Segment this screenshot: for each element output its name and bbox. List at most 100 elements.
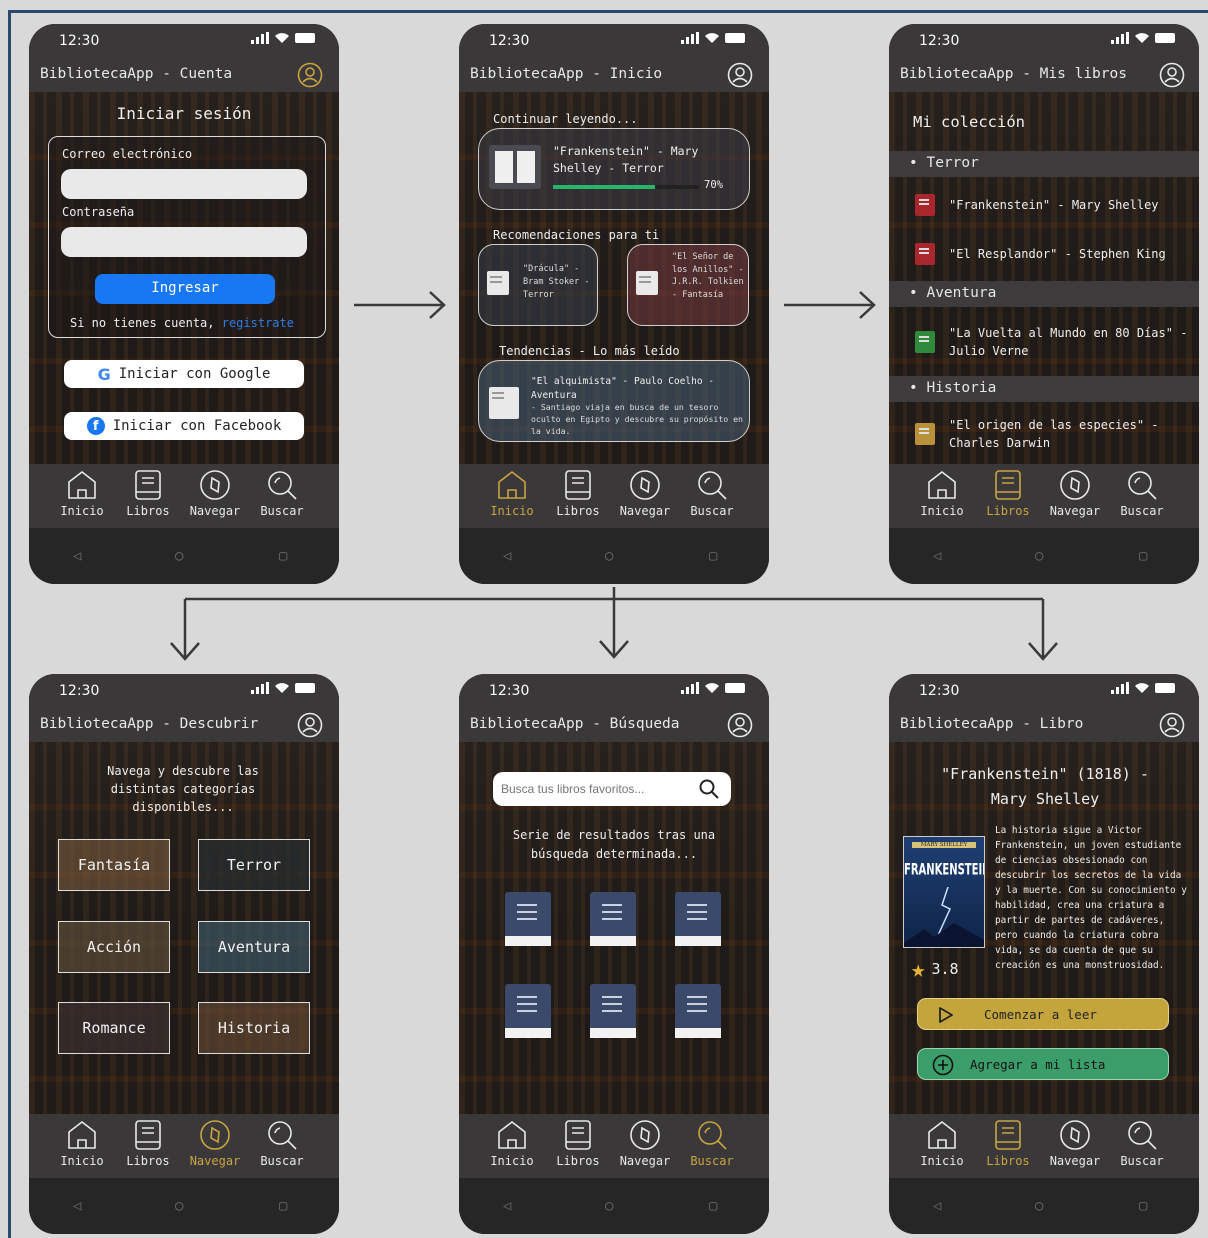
- back-icon[interactable]: ◁: [933, 548, 941, 564]
- nav-label: Buscar: [260, 1154, 304, 1168]
- register-link[interactable]: registrate: [222, 316, 294, 330]
- back-icon[interactable]: ◁: [933, 1198, 941, 1214]
- nav-navegar[interactable]: Navegar: [1042, 1118, 1108, 1168]
- section-header-aventura: • Aventura: [889, 281, 1199, 307]
- home-icon: [68, 1121, 96, 1149]
- rec-card[interactable]: "Drácula" - Bram Stoker - Terror: [478, 244, 598, 326]
- search-icon: [1128, 471, 1157, 500]
- nav-libros[interactable]: Libros: [975, 468, 1041, 518]
- nav-buscar[interactable]: Buscar: [1109, 1118, 1175, 1168]
- result-book[interactable]: [675, 984, 721, 1038]
- nav-navegar[interactable]: Navegar: [1042, 468, 1108, 518]
- home-button-icon[interactable]: ○: [175, 548, 183, 564]
- nav-buscar[interactable]: Buscar: [1109, 468, 1175, 518]
- list-item[interactable]: "La Vuelta al Mundo en 80 Días" - Julio …: [915, 324, 1189, 360]
- compass-icon: [630, 470, 660, 500]
- profile-icon[interactable]: [727, 712, 753, 738]
- nav-navegar[interactable]: Navegar: [182, 468, 248, 518]
- nav-buscar[interactable]: Buscar: [679, 468, 745, 518]
- add-list-button[interactable]: Agregar a mi lista: [917, 1048, 1169, 1080]
- nav-libros[interactable]: Libros: [545, 468, 611, 518]
- nav-inicio[interactable]: Inicio: [49, 1118, 115, 1168]
- search-icon: [698, 1121, 727, 1150]
- profile-icon[interactable]: [1159, 62, 1185, 88]
- status-bar: 12:30: [29, 24, 339, 58]
- category-aventura[interactable]: Aventura: [198, 921, 310, 973]
- book-description: La historia sigue a Victor Frankenstein,…: [995, 825, 1187, 971]
- back-icon[interactable]: ◁: [73, 548, 81, 564]
- recents-icon[interactable]: ▢: [1139, 1198, 1147, 1214]
- nav-navegar[interactable]: Navegar: [612, 468, 678, 518]
- list-item[interactable]: "El Resplandor" - Stephen King: [915, 243, 1166, 265]
- profile-icon[interactable]: [297, 712, 323, 738]
- result-book[interactable]: [505, 984, 551, 1038]
- nav-inicio[interactable]: Inicio: [909, 1118, 975, 1168]
- nav-inicio[interactable]: Inicio: [909, 468, 975, 518]
- category-fantasia[interactable]: Fantasía: [58, 839, 170, 891]
- nav-label: Buscar: [690, 504, 734, 518]
- result-book[interactable]: [590, 892, 636, 946]
- nav-buscar[interactable]: Buscar: [679, 1118, 745, 1168]
- recents-icon[interactable]: ▢: [279, 548, 287, 564]
- login-button[interactable]: Ingresar: [95, 274, 275, 304]
- recents-icon[interactable]: ▢: [279, 1198, 287, 1214]
- result-book[interactable]: [590, 984, 636, 1038]
- home-button-icon[interactable]: ○: [605, 1198, 613, 1214]
- profile-icon[interactable]: [297, 62, 323, 88]
- profile-icon[interactable]: [1159, 712, 1185, 738]
- recents-icon[interactable]: ▢: [709, 548, 717, 564]
- rec-card[interactable]: "El Señor de los Anillos" - J.R.R. Tolki…: [627, 244, 749, 326]
- list-item[interactable]: "El origen de las especies" - Charles Da…: [915, 416, 1179, 452]
- nav-libros[interactable]: Libros: [115, 1118, 181, 1168]
- list-item[interactable]: "Frankenstein" - Mary Shelley: [915, 194, 1159, 216]
- wifi-icon: [275, 33, 289, 43]
- result-book[interactable]: [675, 892, 721, 946]
- results-text: Serie de resultados tras una búsqueda de…: [512, 828, 716, 861]
- battery-icon: [295, 33, 315, 43]
- category-terror[interactable]: Terror: [198, 839, 310, 891]
- result-book[interactable]: [505, 892, 551, 946]
- home-icon: [498, 471, 526, 499]
- reading-progress-bar: [553, 185, 699, 189]
- nav-inicio[interactable]: Inicio: [49, 468, 115, 518]
- email-field[interactable]: [61, 169, 307, 199]
- category-romance[interactable]: Romance: [58, 1002, 170, 1054]
- facebook-login-button[interactable]: f Iniciar con Facebook: [64, 412, 304, 440]
- google-login-button[interactable]: G Iniciar con Google: [64, 360, 304, 388]
- page-title: BibliotecaApp - Inicio: [470, 66, 663, 82]
- nav-navegar[interactable]: Navegar: [182, 1118, 248, 1168]
- nav-buscar[interactable]: Buscar: [249, 468, 315, 518]
- nav-buscar[interactable]: Buscar: [249, 1118, 315, 1168]
- back-icon[interactable]: ◁: [503, 548, 511, 564]
- back-icon[interactable]: ◁: [73, 1198, 81, 1214]
- nav-navegar[interactable]: Navegar: [612, 1118, 678, 1168]
- search-input[interactable]: [501, 776, 691, 802]
- category-accion[interactable]: Acción: [58, 921, 170, 973]
- nav-libros[interactable]: Libros: [545, 1118, 611, 1168]
- home-button-icon[interactable]: ○: [1035, 548, 1043, 564]
- home-button-icon[interactable]: ○: [175, 1198, 183, 1214]
- nav-libros[interactable]: Libros: [115, 468, 181, 518]
- recents-icon[interactable]: ▢: [1139, 548, 1147, 564]
- continue-card[interactable]: "Frankenstein" - Mary Shelley - Terror 7…: [478, 128, 750, 210]
- rating-value: 3.8: [931, 960, 959, 978]
- trend-card[interactable]: "El alquimista" - Paulo Coelho - Aventur…: [478, 360, 750, 442]
- list-item-title: "Frankenstein" - Mary Shelley: [949, 198, 1159, 212]
- category-historia[interactable]: Historia: [198, 1002, 310, 1054]
- nav-libros[interactable]: Libros: [975, 1118, 1041, 1168]
- profile-icon[interactable]: [727, 62, 753, 88]
- search-icon[interactable]: [699, 779, 719, 799]
- system-nav-bar: ◁ ○ ▢: [29, 528, 339, 584]
- password-field[interactable]: [61, 227, 307, 257]
- home-button-icon[interactable]: ○: [605, 548, 613, 564]
- read-button[interactable]: Comenzar a leer: [917, 998, 1169, 1030]
- system-nav-bar: ◁ ○ ▢: [29, 1178, 339, 1234]
- search-icon: [268, 471, 297, 500]
- back-icon[interactable]: ◁: [503, 1198, 511, 1214]
- nav-inicio[interactable]: Inicio: [479, 468, 545, 518]
- recents-icon[interactable]: ▢: [709, 1198, 717, 1214]
- home-icon: [928, 1121, 956, 1149]
- nav-inicio[interactable]: Inicio: [479, 1118, 545, 1168]
- home-button-icon[interactable]: ○: [1035, 1198, 1043, 1214]
- search-box[interactable]: [493, 772, 731, 806]
